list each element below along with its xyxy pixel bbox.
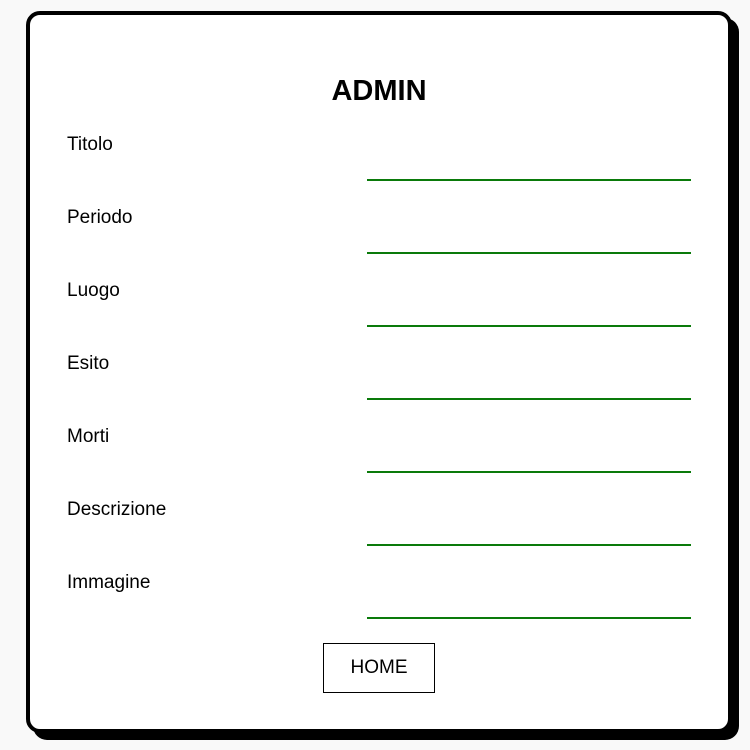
page-title: ADMIN <box>331 75 427 107</box>
immagine-input[interactable] <box>367 587 691 619</box>
titolo-input[interactable] <box>367 149 691 181</box>
luogo-input[interactable] <box>367 295 691 327</box>
morti-input[interactable] <box>367 441 691 473</box>
descrizione-input[interactable] <box>367 514 691 546</box>
morti-label: Morti <box>67 426 110 447</box>
esito-label: Esito <box>67 353 110 374</box>
immagine-label: Immagine <box>67 572 151 593</box>
periodo-label: Periodo <box>67 207 133 228</box>
esito-input[interactable] <box>367 368 691 400</box>
luogo-label: Luogo <box>67 280 120 301</box>
home-button[interactable]: HOME <box>323 643 435 693</box>
descrizione-label: Descrizione <box>67 499 167 520</box>
periodo-input[interactable] <box>367 222 691 254</box>
admin-card: ADMIN Titolo Periodo Luogo Esito Morti D… <box>26 11 732 733</box>
titolo-label: Titolo <box>67 134 113 155</box>
